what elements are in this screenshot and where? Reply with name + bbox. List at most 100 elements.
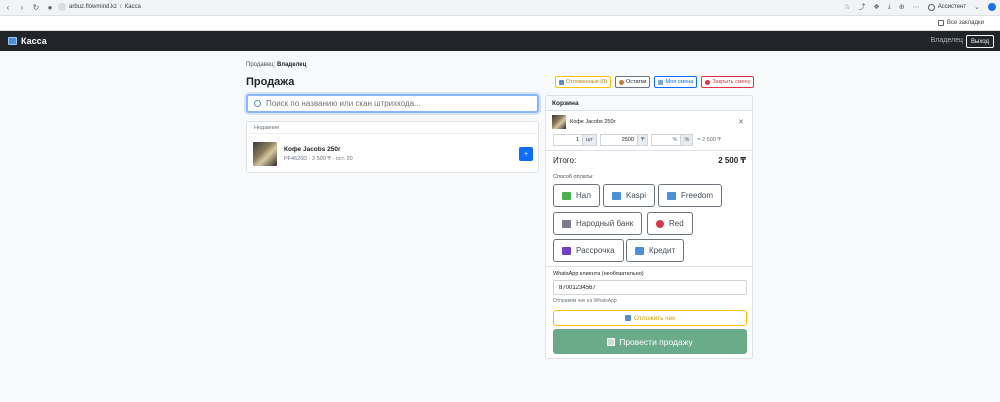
pay-red-button[interactable]: Red bbox=[647, 212, 693, 235]
seller-line: Продавец: Владелец bbox=[246, 62, 306, 68]
pay-credit-button[interactable]: Кредит bbox=[626, 239, 685, 262]
remove-icon[interactable]: ✕ bbox=[738, 118, 744, 126]
price-input[interactable]: 2500 bbox=[599, 134, 638, 146]
pay-freedom-button[interactable]: Freedom bbox=[658, 184, 723, 207]
divider bbox=[546, 150, 752, 151]
inbox-icon bbox=[624, 315, 631, 321]
pay-kaspi-label: Kaspi bbox=[626, 191, 647, 200]
stock-label: Остатки bbox=[626, 79, 647, 85]
cart-item-controls: 1 шт 2500 ₸ % % = 2 500 ₸ bbox=[553, 134, 721, 146]
cart-title: Корзина bbox=[546, 96, 752, 111]
star-icon[interactable]: ☆ bbox=[844, 3, 850, 11]
share-icon[interactable]: ⤴ bbox=[858, 2, 865, 12]
more-tools-icon[interactable]: ⋯ bbox=[913, 3, 920, 11]
search-icon bbox=[254, 100, 261, 107]
monitor-icon bbox=[8, 37, 17, 45]
pay-kaspi-button[interactable]: Kaspi bbox=[603, 184, 656, 207]
assistant-button[interactable]: Ассистент bbox=[927, 3, 967, 11]
search-box[interactable] bbox=[246, 94, 539, 113]
cash-icon bbox=[562, 191, 571, 200]
close-shift-button[interactable]: Закрыть смену bbox=[701, 76, 755, 88]
download-icon[interactable]: ⤓ bbox=[888, 3, 891, 11]
pay-halyk-label: Народный банк bbox=[576, 219, 634, 228]
submit-sale-button[interactable]: Провести продажу bbox=[553, 329, 747, 354]
all-bookmarks-link[interactable]: Все закладки bbox=[947, 20, 984, 26]
url-page: Касса bbox=[124, 4, 141, 10]
app-navbar: Касса Владелец Выход bbox=[0, 31, 1000, 51]
site-icon bbox=[58, 3, 66, 11]
back-icon[interactable]: ‹ bbox=[2, 1, 14, 13]
recent-title: Недавние bbox=[247, 122, 538, 134]
navbar-user: Владелец bbox=[930, 37, 963, 44]
cart-panel: Корзина Кофе Jacobs 250г ✕ 1 шт 2500 ₸ %… bbox=[545, 95, 753, 359]
calendar-icon bbox=[562, 246, 571, 255]
browser-chrome: ‹ › ↻ ● arbuz.flowmind.kz / Касса ☆ ⤴ ❖ … bbox=[0, 0, 1000, 31]
defer-label: Отложить чек bbox=[633, 314, 676, 322]
recent-panel: Недавние Кофе Jacobs 250г PF4626D · 2 50… bbox=[246, 121, 539, 173]
search-input[interactable] bbox=[266, 99, 526, 108]
pay-freedom-label: Freedom bbox=[681, 191, 714, 200]
submit-label: Провести продажу bbox=[619, 336, 693, 347]
forward-icon[interactable]: › bbox=[16, 1, 28, 13]
qty-input[interactable]: 1 bbox=[553, 134, 583, 146]
check-icon bbox=[607, 337, 616, 346]
whatsapp-label: WhatsApp клиента (необязательно) bbox=[553, 271, 644, 277]
bank-icon bbox=[562, 219, 571, 228]
product-thumbnail bbox=[253, 142, 277, 166]
pay-cash-button[interactable]: Нал bbox=[553, 184, 600, 207]
price-unit: ₸ bbox=[636, 134, 649, 146]
card-icon bbox=[635, 246, 644, 255]
box-icon bbox=[619, 79, 625, 85]
folder-icon bbox=[937, 20, 944, 26]
total-label: Итого: bbox=[553, 156, 577, 165]
clipboard-icon bbox=[658, 79, 664, 85]
url-separator: / bbox=[120, 4, 122, 10]
line-total: = 2 500 ₸ bbox=[697, 137, 721, 143]
seller-label: Продавец: bbox=[246, 62, 276, 68]
cart-item-name: Кофе Jacobs 250г bbox=[570, 119, 616, 125]
whatsapp-hint: Отправим чек на WhatsApp bbox=[553, 298, 617, 304]
cart-item-thumbnail bbox=[552, 115, 566, 129]
divider bbox=[546, 266, 752, 267]
assistant-label: Ассистент bbox=[937, 4, 967, 10]
url-host: arbuz.flowmind.kz bbox=[69, 4, 118, 10]
page-title: Продажа bbox=[246, 76, 295, 88]
discount-input[interactable]: % bbox=[651, 134, 682, 146]
deferred-button[interactable]: Отложенные (0) bbox=[555, 76, 612, 88]
inbox-icon bbox=[559, 79, 564, 85]
address-bar[interactable]: arbuz.flowmind.kz / Касса bbox=[58, 1, 141, 13]
pay-credit-label: Кредит bbox=[649, 246, 676, 255]
defer-receipt-button[interactable]: Отложить чек bbox=[553, 310, 747, 326]
translate-icon[interactable]: ⊕ bbox=[899, 3, 905, 11]
my-shift-label: Моя смена bbox=[665, 79, 694, 85]
brand-link[interactable]: Касса bbox=[8, 36, 47, 46]
pay-installment-label: Рассрочка bbox=[576, 246, 615, 255]
deferred-label: Отложенные (0) bbox=[566, 79, 608, 85]
stock-button[interactable]: Остатки bbox=[615, 76, 651, 88]
whatsapp-input[interactable] bbox=[553, 280, 747, 295]
card-icon bbox=[612, 191, 621, 200]
bookmarks-bar: Все закладки bbox=[0, 15, 1000, 30]
my-shift-button[interactable]: Моя смена bbox=[654, 76, 698, 88]
cart-item: Кофе Jacobs 250г ✕ bbox=[552, 115, 748, 129]
brand-label: Касса bbox=[21, 36, 47, 46]
close-shift-label: Закрыть смену bbox=[712, 79, 751, 85]
card-icon bbox=[667, 191, 676, 200]
mic-icon[interactable]: ● bbox=[44, 1, 56, 13]
total-value: 2 500 ₸ bbox=[718, 156, 746, 165]
pay-installment-button[interactable]: Рассрочка bbox=[553, 239, 624, 262]
list-item[interactable]: Кофе Jacobs 250г PF4626D · 2 500 ₸ · ост… bbox=[253, 141, 533, 167]
add-to-cart-button[interactable]: + bbox=[519, 147, 533, 161]
payment-label: Способ оплаты: bbox=[553, 174, 594, 180]
logout-button[interactable]: Выход bbox=[966, 35, 994, 48]
top-actions: Отложенные (0) Остатки Моя смена Закрыть… bbox=[555, 76, 755, 88]
extension-icon[interactable]: ❖ bbox=[873, 3, 879, 11]
red-circle-icon bbox=[656, 219, 664, 228]
pay-halyk-button[interactable]: Народный банк bbox=[553, 212, 643, 235]
profile-avatar[interactable] bbox=[988, 3, 996, 11]
pay-red-label: Red bbox=[669, 219, 684, 228]
discount-unit: % bbox=[680, 134, 694, 146]
chevron-down-icon[interactable]: ⌄ bbox=[974, 3, 980, 11]
red-circle-icon bbox=[705, 79, 711, 85]
reload-icon[interactable]: ↻ bbox=[30, 1, 42, 13]
